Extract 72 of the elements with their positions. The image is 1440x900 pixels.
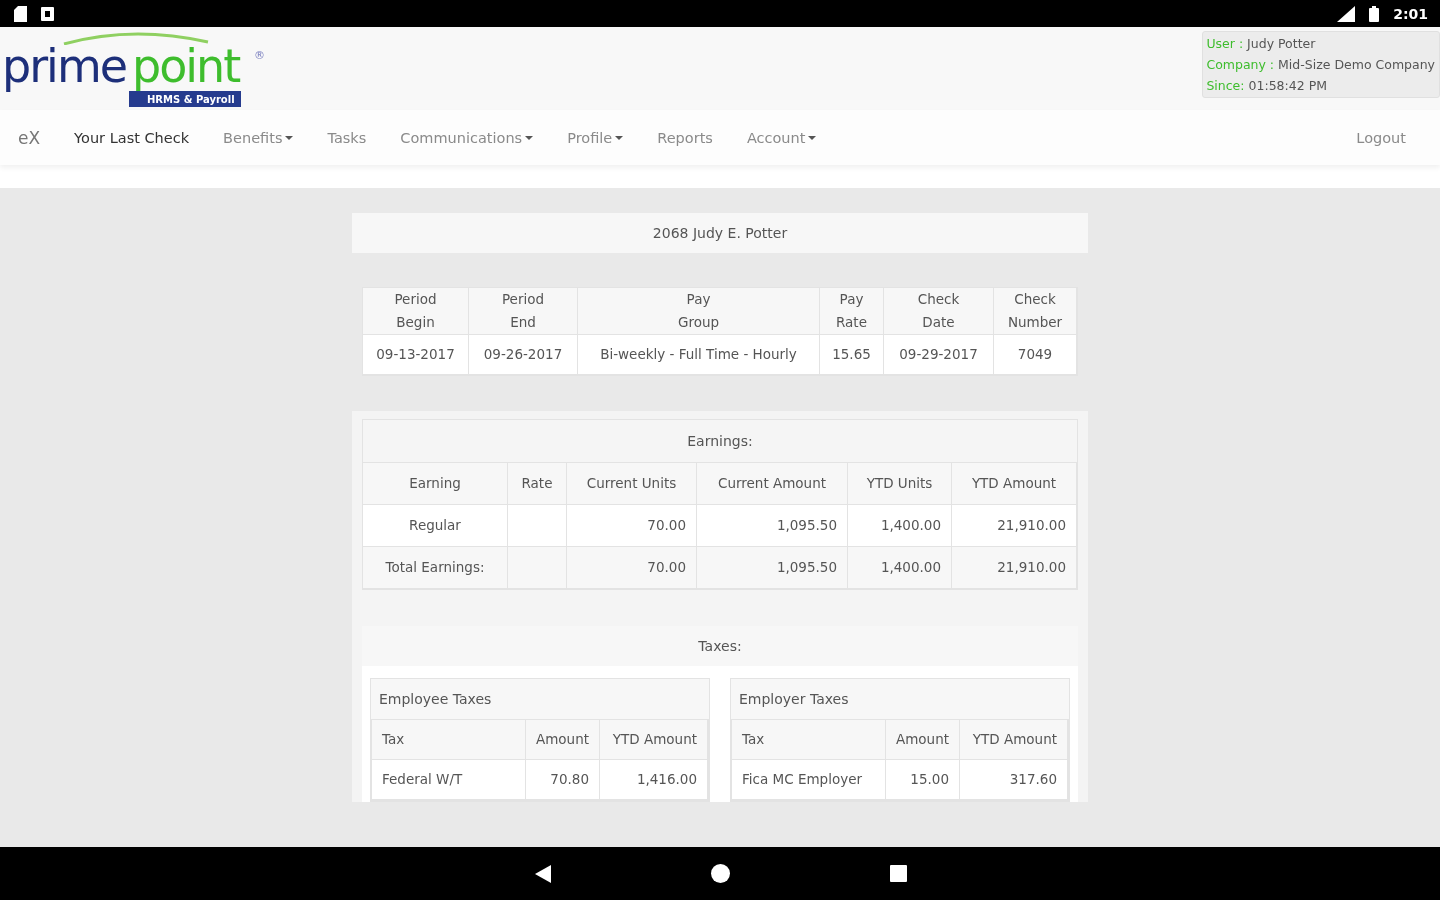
table-cell: 09-29-2017 [884, 335, 994, 375]
table-cell: 70.00 [567, 547, 697, 589]
check-title: 2068 Judy E. Potter [352, 213, 1088, 253]
column-header: YTD Units [848, 463, 952, 505]
logo-tagline: HRMS & Payroll [129, 91, 241, 107]
taxes-caption: Taxes: [362, 626, 1078, 666]
home-icon[interactable] [711, 864, 730, 883]
table-cell: 15.65 [820, 335, 884, 375]
back-icon[interactable] [535, 864, 551, 883]
table-cell: 70.80 [526, 760, 600, 800]
column-header: Period Begin [363, 288, 469, 335]
nav-link[interactable]: Reports [657, 129, 713, 146]
session-value: Judy Potter [1247, 36, 1316, 51]
caret-icon [285, 135, 294, 140]
session-value: 01:58:42 PM [1248, 78, 1327, 93]
clock-time: 2:01 [1393, 5, 1428, 22]
nav-link[interactable]: Your Last Check [74, 129, 190, 146]
table-cell: 09-13-2017 [363, 335, 469, 375]
column-header: YTD Amount [600, 720, 708, 760]
column-header: YTD Amount [960, 720, 1068, 760]
battery-icon [1369, 5, 1380, 22]
table-cell: 21,910.00 [952, 505, 1077, 547]
session-label: User : [1206, 36, 1244, 51]
logo-word: point [132, 43, 240, 89]
logout-link[interactable]: Logout [1356, 129, 1406, 146]
nav-link[interactable]: Account [746, 129, 817, 146]
column-header: Current Units [567, 463, 697, 505]
caret-icon [808, 135, 817, 140]
table-cell: 7049 [994, 335, 1077, 375]
earnings-caption: Earnings: [362, 419, 1078, 462]
brand-link[interactable]: eX [18, 127, 41, 148]
column-header: Check Date [884, 288, 994, 335]
nav-link[interactable]: Benefits [223, 129, 294, 146]
column-header: Amount [886, 720, 960, 760]
table-cell: 21,910.00 [952, 547, 1077, 589]
column-header: Tax [372, 720, 526, 760]
table-cell: 1,095.50 [697, 547, 848, 589]
session-label: Since: [1206, 78, 1245, 93]
column-header: Earning [363, 463, 508, 505]
column-header: Rate [508, 463, 567, 505]
column-header: Pay Rate [820, 288, 884, 335]
table-cell: 1,416.00 [600, 760, 708, 800]
session-label: Company : [1206, 57, 1275, 72]
table-cell: 1,400.00 [848, 547, 952, 589]
table-cell: 1,400.00 [848, 505, 952, 547]
column-header: Check Number [994, 288, 1077, 335]
table-cell: Federal W/T [372, 760, 526, 800]
table-cell: Bi-weekly - Full Time - Hourly [578, 335, 820, 375]
table-cell: 15.00 [886, 760, 960, 800]
table-cell: 1,095.50 [697, 505, 848, 547]
signal-icon [1337, 5, 1356, 22]
column-header: Pay Group [578, 288, 820, 335]
table-cell: Fica MC Employer [732, 760, 886, 800]
sd-card-icon [14, 5, 27, 22]
column-header: Amount [526, 720, 600, 760]
nav-link[interactable]: Tasks [327, 129, 367, 146]
registered-mark: ® [254, 49, 265, 62]
table-cell: 09-26-2017 [469, 335, 578, 375]
caret-icon [525, 135, 534, 140]
column-header: YTD Amount [952, 463, 1077, 505]
table-cell: 317.60 [960, 760, 1068, 800]
nav-link[interactable]: Communications [400, 129, 534, 146]
nav-link[interactable]: Profile [567, 129, 624, 146]
table-cell: Regular [363, 505, 508, 547]
table-cell: 70.00 [567, 505, 697, 547]
table-cell: Total Earnings: [363, 547, 508, 589]
column-header: Period End [469, 288, 578, 335]
session-value: Mid-Size Demo Company [1278, 57, 1435, 72]
column-header: Current Amount [697, 463, 848, 505]
column-header: Tax [732, 720, 886, 760]
notification-icon [41, 6, 54, 21]
caret-icon [615, 135, 624, 140]
